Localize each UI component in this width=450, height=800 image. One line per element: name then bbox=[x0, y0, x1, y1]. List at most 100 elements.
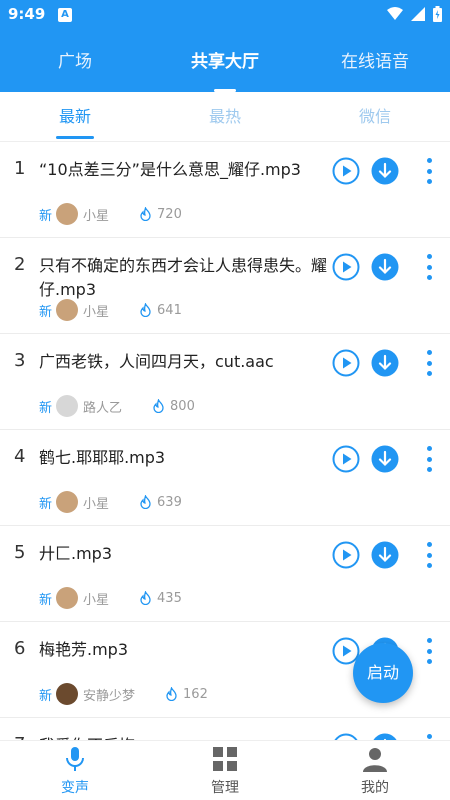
play-count: 639 bbox=[139, 495, 182, 510]
system-icons bbox=[387, 6, 442, 22]
download-button[interactable] bbox=[371, 157, 399, 185]
tab-sub-0[interactable]: 最新 bbox=[0, 92, 150, 141]
download-button[interactable] bbox=[371, 445, 399, 473]
status-time: 9:49 bbox=[8, 5, 46, 23]
play-button[interactable] bbox=[332, 733, 360, 740]
item-index: 2 bbox=[14, 254, 26, 275]
download-button[interactable] bbox=[371, 733, 399, 740]
item-index: 5 bbox=[14, 542, 26, 563]
play-icon bbox=[332, 541, 360, 569]
list-item[interactable]: 4 鹤七.耶耶耶.mp3 新 小星 639 bbox=[0, 430, 450, 526]
more-dot bbox=[426, 734, 432, 739]
play-count-value: 435 bbox=[157, 590, 182, 606]
new-badge: 新 bbox=[39, 688, 53, 704]
bottom-nav: 变声 管理 我的 bbox=[0, 740, 450, 800]
tab-label: 微信 bbox=[358, 107, 391, 126]
list-item[interactable]: 7我爱你不后悔新 bbox=[0, 718, 450, 740]
wifi-icon bbox=[387, 7, 403, 20]
more-dot bbox=[426, 360, 432, 366]
new-badge: 新 bbox=[39, 208, 53, 224]
hot-icon bbox=[153, 399, 164, 413]
more-dot bbox=[426, 467, 432, 472]
more-options-icon[interactable] bbox=[420, 636, 438, 666]
list-item[interactable]: 2 只有不确定的东西才会让人患得患失。耀仔.mp3 新 小星 641 bbox=[0, 238, 450, 334]
more-options-icon[interactable] bbox=[420, 156, 438, 186]
nav-person[interactable]: 我的 bbox=[300, 741, 450, 800]
play-button[interactable] bbox=[332, 157, 360, 185]
play-icon bbox=[332, 445, 360, 473]
more-options-icon[interactable] bbox=[420, 252, 438, 282]
play-button[interactable] bbox=[332, 445, 360, 473]
tab-sub-1[interactable]: 最热 bbox=[150, 92, 300, 141]
more-options-icon[interactable] bbox=[420, 732, 438, 740]
play-count-value: 639 bbox=[157, 494, 182, 510]
hot-icon bbox=[166, 687, 177, 701]
play-count-value: 641 bbox=[157, 302, 182, 318]
play-button[interactable] bbox=[332, 541, 360, 569]
item-user: 小星 bbox=[83, 592, 110, 608]
nav-mic[interactable]: 变声 bbox=[0, 741, 150, 800]
avatar bbox=[56, 395, 79, 417]
tab-label: 最新 bbox=[58, 107, 91, 126]
play-icon bbox=[334, 733, 358, 740]
item-index: 3 bbox=[14, 350, 26, 371]
nav-label: 我的 bbox=[361, 780, 389, 796]
download-button[interactable] bbox=[371, 541, 399, 569]
download-button[interactable] bbox=[371, 253, 399, 281]
avatar bbox=[56, 203, 79, 225]
new-badge: 新 bbox=[39, 304, 53, 320]
main-tabs: 广场 共享大厅 在线语音 bbox=[0, 44, 450, 92]
tab-sub-2[interactable]: 微信 bbox=[300, 92, 450, 141]
more-dot bbox=[426, 659, 432, 664]
more-dot bbox=[426, 275, 432, 280]
avatar bbox=[56, 491, 79, 513]
list-item[interactable]: 5 廾匚.mp3 新 小星 435 bbox=[0, 526, 450, 622]
tab-label: 广场 bbox=[58, 52, 92, 72]
tab-main-1[interactable]: 共享大厅 bbox=[150, 44, 300, 92]
hot-icon bbox=[140, 495, 151, 509]
more-dot bbox=[426, 254, 432, 259]
more-dot bbox=[426, 179, 432, 184]
item-title: 梅艳芳.mp3 bbox=[39, 640, 129, 659]
hot-icon bbox=[140, 303, 151, 317]
more-dot bbox=[426, 456, 432, 462]
more-dot bbox=[426, 552, 432, 558]
new-badge: 新 bbox=[39, 400, 53, 416]
play-count-value: 800 bbox=[170, 398, 195, 414]
list-item[interactable]: 3 广西老铁，人间四月天，cut.aac 新 路人乙 800 bbox=[0, 334, 450, 430]
item-user: 小星 bbox=[83, 208, 110, 224]
item-title: 广西老铁，人间四月天，cut.aac bbox=[39, 352, 274, 371]
more-dot bbox=[426, 158, 432, 163]
item-user: 小星 bbox=[83, 496, 110, 512]
more-options-icon[interactable] bbox=[420, 444, 438, 474]
item-meta: 新 小星 639 bbox=[39, 490, 182, 514]
new-badge: 新 bbox=[39, 592, 53, 608]
start-fab-button[interactable]: 启动 bbox=[353, 643, 413, 703]
more-options-icon[interactable] bbox=[420, 540, 438, 570]
play-icon bbox=[332, 253, 360, 281]
play-count: 641 bbox=[139, 303, 182, 318]
nav-label: 管理 bbox=[211, 780, 239, 796]
download-icon bbox=[371, 541, 399, 569]
more-dot bbox=[426, 446, 432, 451]
status-bar: 9:49 A bbox=[0, 0, 450, 30]
play-button[interactable] bbox=[332, 253, 360, 281]
avatar bbox=[56, 587, 79, 609]
tab-main-2[interactable]: 在线语音 bbox=[300, 44, 450, 92]
nav-grid[interactable]: 管理 bbox=[150, 741, 300, 800]
nav-label: 变声 bbox=[61, 780, 89, 796]
item-title: “10点差三分”是什么意思_耀仔.mp3 bbox=[39, 160, 301, 179]
download-button[interactable] bbox=[371, 349, 399, 377]
more-dot bbox=[426, 542, 432, 547]
play-icon bbox=[332, 349, 360, 377]
play-count: 435 bbox=[139, 591, 182, 606]
more-dot bbox=[426, 168, 432, 174]
item-title: 廾匚.mp3 bbox=[39, 544, 113, 563]
more-options-icon[interactable] bbox=[420, 348, 438, 378]
tab-label: 最热 bbox=[208, 107, 241, 126]
item-meta: 新 小星 641 bbox=[39, 298, 182, 322]
play-button[interactable] bbox=[332, 349, 360, 377]
list-item[interactable]: 1 “10点差三分”是什么意思_耀仔.mp3 新 小星 720 bbox=[0, 142, 450, 238]
tab-main-0[interactable]: 广场 bbox=[0, 44, 150, 92]
download-icon bbox=[371, 349, 399, 377]
